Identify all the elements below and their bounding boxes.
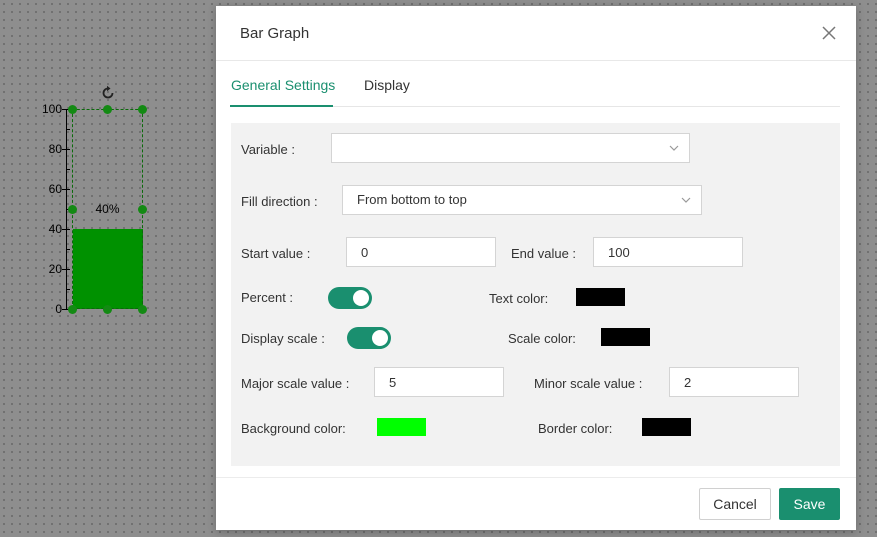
dialog-title: Bar Graph bbox=[240, 25, 310, 42]
major-tick bbox=[62, 189, 70, 190]
variable-select[interactable] bbox=[331, 133, 690, 163]
scale-label-60: 60 bbox=[48, 182, 62, 196]
minor-tick bbox=[66, 249, 70, 250]
display-scale-toggle[interactable] bbox=[347, 327, 391, 349]
scale-color-swatch[interactable] bbox=[601, 328, 650, 346]
variable-label: Variable : bbox=[241, 142, 295, 157]
text-color-swatch[interactable] bbox=[576, 288, 625, 306]
major-scale-label: Major scale value : bbox=[241, 376, 350, 391]
scale-label-100: 100 bbox=[41, 102, 62, 116]
major-tick bbox=[62, 269, 70, 270]
scale-color-label: Scale color: bbox=[508, 331, 576, 346]
percent-label: Percent : bbox=[241, 290, 294, 305]
resize-handle-bottom-left[interactable] bbox=[68, 305, 77, 314]
border-color-label: Border color: bbox=[538, 421, 613, 436]
scale-label-40: 40 bbox=[48, 222, 62, 236]
resize-handle-top-left[interactable] bbox=[68, 105, 77, 114]
percent-toggle[interactable] bbox=[328, 287, 372, 309]
end-value-input[interactable] bbox=[593, 237, 743, 267]
major-tick bbox=[62, 229, 70, 230]
resize-handle-bottom[interactable] bbox=[103, 305, 112, 314]
display-scale-label: Display scale : bbox=[241, 331, 325, 346]
start-value-input[interactable] bbox=[346, 237, 496, 267]
minor-scale-input[interactable] bbox=[669, 367, 799, 397]
resize-handle-right[interactable] bbox=[138, 205, 147, 214]
start-value-label: Start value : bbox=[241, 246, 311, 261]
footer-divider bbox=[216, 477, 856, 478]
background-color-label: Background color: bbox=[241, 421, 346, 436]
major-scale-input[interactable] bbox=[374, 367, 504, 397]
settings-panel: Variable : Fill direction : From bottom … bbox=[231, 123, 840, 466]
minor-tick bbox=[66, 289, 70, 290]
rotate-icon[interactable] bbox=[100, 85, 116, 101]
toggle-knob bbox=[372, 330, 388, 346]
toggle-knob bbox=[353, 290, 369, 306]
fill-direction-label: Fill direction : bbox=[241, 194, 318, 209]
cancel-button[interactable]: Cancel bbox=[699, 488, 771, 520]
minor-tick bbox=[66, 129, 70, 130]
major-tick bbox=[62, 149, 70, 150]
scale-label-80: 80 bbox=[48, 142, 62, 156]
border-color-swatch[interactable] bbox=[642, 418, 691, 436]
scale-label-0: 0 bbox=[55, 302, 62, 316]
tab-general-settings[interactable]: General Settings bbox=[231, 77, 335, 93]
chevron-down-icon bbox=[669, 145, 679, 151]
resize-handle-bottom-right[interactable] bbox=[138, 305, 147, 314]
chevron-down-icon bbox=[681, 197, 691, 203]
minor-tick bbox=[66, 169, 70, 170]
scale-label-20: 20 bbox=[48, 262, 62, 276]
tab-display[interactable]: Display bbox=[364, 77, 410, 93]
fill-direction-select[interactable]: From bottom to top bbox=[342, 185, 702, 215]
bar-value-text: 40% bbox=[95, 202, 120, 216]
end-value-label: End value : bbox=[511, 246, 577, 261]
resize-handle-left[interactable] bbox=[68, 205, 77, 214]
text-color-label: Text color: bbox=[489, 291, 549, 306]
header-divider bbox=[216, 60, 856, 61]
resize-handle-top[interactable] bbox=[103, 105, 112, 114]
bar-graph-dialog: Bar Graph General Settings Display Varia… bbox=[216, 6, 856, 530]
minor-scale-label: Minor scale value : bbox=[534, 376, 643, 391]
fill-direction-value: From bottom to top bbox=[357, 192, 467, 207]
background-color-swatch[interactable] bbox=[377, 418, 426, 436]
active-tab-indicator bbox=[230, 105, 333, 107]
resize-handle-top-right[interactable] bbox=[138, 105, 147, 114]
save-button[interactable]: Save bbox=[779, 488, 840, 520]
close-icon[interactable] bbox=[820, 24, 838, 42]
